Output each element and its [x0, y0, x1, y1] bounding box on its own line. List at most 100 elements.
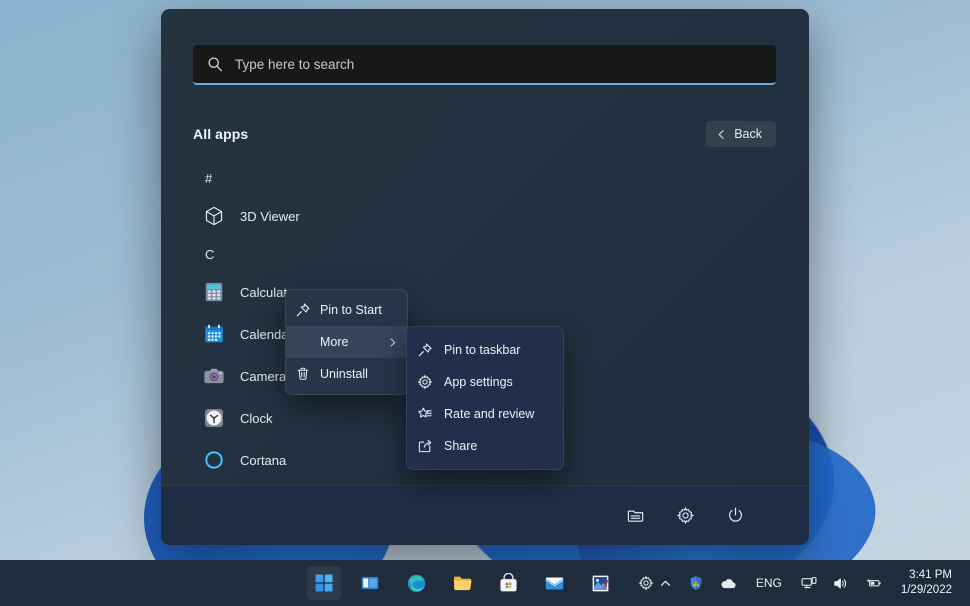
submenu-item[interactable]: App settings: [407, 366, 563, 398]
calendar-icon-wrap: [201, 322, 226, 347]
context-menu-item-label: More: [320, 335, 349, 349]
menu-icon-placeholder: [295, 334, 311, 350]
context-menu-item-label: Uninstall: [320, 367, 368, 381]
volume-button[interactable]: [830, 572, 852, 595]
camera-icon: [203, 365, 225, 387]
context-menu-item[interactable]: More: [286, 326, 407, 358]
language-indicator[interactable]: ENG: [750, 572, 788, 594]
battery-button[interactable]: [862, 572, 885, 594]
folder-icon: [452, 573, 473, 594]
trash-icon: [295, 366, 311, 382]
context-menu-item-label: Pin to Start: [320, 303, 382, 317]
clock[interactable]: 3:41 PM 1/29/2022: [895, 566, 960, 600]
pin-icon-wrap: [295, 302, 311, 318]
search-input[interactable]: [235, 56, 762, 72]
onedrive-button[interactable]: [717, 573, 740, 594]
cortana-icon: [203, 449, 225, 471]
cube-outline-icon-wrap: [201, 204, 226, 229]
gear-icon: [417, 374, 433, 390]
tray-overflow-button[interactable]: [656, 573, 675, 594]
edge-button[interactable]: [399, 566, 433, 600]
app-list-item-label: Cortana: [240, 452, 287, 468]
network-icon: [801, 576, 817, 591]
chevron-right-icon: [387, 337, 398, 348]
task-view-icon: [360, 573, 380, 593]
pin-icon-wrap: [417, 342, 433, 358]
trash-icon-wrap: [295, 366, 311, 382]
context-menu: Pin to Start More Uninstall: [285, 289, 408, 395]
power-icon: [726, 506, 745, 525]
calculator-icon: [203, 281, 225, 303]
submenu-item-label: Rate and review: [444, 407, 535, 421]
submenu-item-label: App settings: [444, 375, 513, 389]
cortana-icon-wrap: [201, 448, 226, 473]
clock-date: 1/29/2022: [900, 584, 952, 596]
app-list-item-label: Clock: [240, 410, 273, 426]
share-icon: [417, 438, 433, 454]
speaker-icon: [833, 576, 849, 591]
chevron-left-icon: [716, 129, 727, 140]
search-icon: [207, 56, 223, 72]
clock-icon: [203, 407, 225, 429]
system-tray: ENG 3:41 PM 1/29/2022: [656, 560, 960, 606]
clock-icon-wrap: [201, 406, 226, 431]
settings-button[interactable]: [666, 499, 704, 533]
page-title: All apps: [193, 126, 249, 142]
photos-button[interactable]: [583, 566, 617, 600]
cube-outline-icon: [203, 205, 225, 227]
defender-button[interactable]: [685, 571, 707, 595]
taskbar: ENG 3:41 PM 1/29/2022: [0, 560, 970, 606]
context-menu-item[interactable]: Uninstall: [286, 358, 407, 390]
pin-icon: [417, 342, 433, 358]
edge-icon: [406, 573, 427, 594]
context-submenu: Pin to taskbar App settings Rate and revie…: [406, 326, 564, 470]
submenu-item[interactable]: Share: [407, 430, 563, 462]
documents-icon: [626, 506, 645, 525]
app-list-item[interactable]: 3D Viewer: [193, 195, 776, 237]
back-button-label: Back: [734, 127, 762, 141]
search-box[interactable]: [193, 45, 776, 85]
file-explorer-button[interactable]: [445, 566, 479, 600]
app-list-item[interactable]: Calculator: [193, 271, 776, 313]
task-view-button[interactable]: [353, 566, 387, 600]
app-group-letter: #: [205, 170, 213, 186]
pin-icon: [295, 302, 311, 318]
calculator-icon-wrap: [201, 280, 226, 305]
gear-icon: [676, 506, 695, 525]
submenu-item-label: Share: [444, 439, 478, 453]
submenu-item-label: Pin to taskbar: [444, 343, 521, 357]
taskbar-buttons: [307, 566, 663, 600]
network-button[interactable]: [798, 572, 820, 595]
context-menu-item[interactable]: Pin to Start: [286, 294, 407, 326]
cloud-icon: [720, 577, 737, 590]
app-group-letter: C: [205, 246, 215, 262]
chevron-up-icon: [659, 577, 672, 590]
camera-icon-wrap: [201, 364, 226, 389]
search-container: [193, 45, 776, 85]
windows-logo-icon: [314, 573, 334, 593]
photos-icon: [590, 573, 611, 594]
clock-time: 3:41 PM: [909, 569, 952, 581]
share-icon-wrap: [417, 438, 433, 454]
shield-warning-icon: [688, 575, 704, 591]
mail-button[interactable]: [537, 566, 571, 600]
gear-icon: [638, 575, 654, 591]
gear-icon-wrap: [417, 374, 433, 390]
documents-button[interactable]: [616, 499, 654, 533]
start-menu-footer: [161, 485, 809, 545]
power-button[interactable]: [716, 499, 754, 533]
desktop: All apps Back #3D ViewerCCalculatorCalen…: [0, 0, 970, 606]
all-apps-header: All apps Back: [193, 117, 776, 151]
star-list-icon-wrap: [417, 406, 433, 422]
star-list-icon: [417, 406, 433, 422]
calendar-icon: [203, 323, 225, 345]
mail-icon: [544, 573, 565, 594]
app-list-item-label: Camera: [240, 368, 287, 384]
store-icon: [498, 572, 519, 594]
start-button[interactable]: [307, 566, 341, 600]
submenu-item[interactable]: Pin to taskbar: [407, 334, 563, 366]
submenu-item[interactable]: Rate and review: [407, 398, 563, 430]
microsoft-store-button[interactable]: [491, 566, 525, 600]
battery-charging-icon: [865, 576, 882, 590]
back-button[interactable]: Back: [706, 121, 776, 147]
